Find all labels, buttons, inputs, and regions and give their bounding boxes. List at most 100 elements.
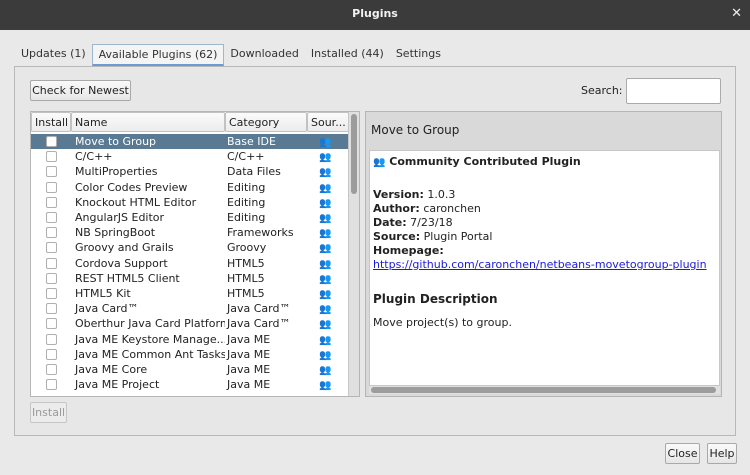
install-checkbox[interactable]	[45, 196, 57, 208]
table-row[interactable]: Color Codes Preview Editing 👥	[31, 180, 349, 195]
plugin-name: Color Codes Preview	[75, 180, 188, 194]
install-checkbox[interactable]	[45, 348, 57, 360]
homepage-link[interactable]: https://github.com/caronchen/netbeans-mo…	[373, 258, 707, 271]
version-label: Version:	[373, 188, 424, 201]
table-row[interactable]: Java ME Project Java ME 👥	[31, 377, 349, 392]
install-checkbox[interactable]	[45, 212, 57, 224]
table-row[interactable]: Java Card™ Java Card™ 👥	[31, 301, 349, 316]
community-people-icon: 👥	[319, 319, 332, 331]
source-cell: 👥	[307, 165, 349, 178]
plugin-name: Knockout HTML Editor	[75, 195, 197, 209]
table-row[interactable]: Java ME Keystore Manage... Java ME 👥	[31, 331, 349, 346]
plugin-name: Java ME Common Ant Tasks	[75, 347, 225, 361]
community-people-icon: 👥	[319, 364, 332, 376]
plugin-name: MultiProperties	[75, 165, 158, 179]
column-header-source[interactable]: Sour...	[307, 112, 349, 132]
install-cell	[31, 333, 71, 345]
column-header-name[interactable]: Name	[71, 112, 225, 132]
install-checkbox[interactable]	[45, 257, 57, 269]
author-label: Author:	[373, 202, 420, 215]
table-row[interactable]: Java ME Common Ant Tasks Java ME 👥	[31, 347, 349, 362]
source-line: Source: Plugin Portal	[373, 230, 717, 244]
plugin-category: Java Card™	[227, 317, 291, 331]
tab-available-plugins[interactable]: Available Plugins (62)	[91, 44, 225, 66]
install-checkbox[interactable]	[45, 363, 57, 375]
install-checkbox[interactable]	[45, 181, 57, 193]
table-row[interactable]: REST HTML5 Client HTML5 👥	[31, 271, 349, 286]
install-checkbox[interactable]	[45, 242, 57, 254]
install-cell	[31, 196, 71, 208]
plugin-category: HTML5	[227, 271, 265, 285]
scrollbar-thumb[interactable]	[351, 114, 357, 194]
table-rows: Move to Group Base IDE 👥 C/C++ C/C++ 👥 MultiPr…	[31, 134, 349, 392]
install-cell	[31, 287, 71, 299]
install-cell	[31, 348, 71, 360]
install-cell	[31, 151, 71, 163]
plugin-category: Java ME	[227, 378, 271, 392]
install-button[interactable]: Install	[30, 402, 67, 423]
install-checkbox[interactable]	[45, 136, 57, 148]
source-cell: 👥	[307, 241, 349, 254]
community-people-icon: 👥	[319, 197, 332, 209]
install-checkbox[interactable]	[45, 333, 57, 345]
tab-updates[interactable]: Updates (1)	[15, 44, 92, 66]
source-cell: 👥	[307, 272, 349, 285]
tab-settings[interactable]: Settings	[390, 44, 447, 66]
tab-installed[interactable]: Installed (44)	[305, 44, 390, 66]
install-cell	[31, 136, 71, 148]
plugin-name: Cordova Support	[75, 256, 168, 270]
install-checkbox[interactable]	[45, 379, 57, 391]
community-people-icon: 👥	[319, 288, 332, 300]
install-checkbox[interactable]	[45, 227, 57, 239]
source-cell: 👥	[307, 287, 349, 300]
close-button[interactable]: Close	[665, 443, 700, 464]
install-checkbox[interactable]	[45, 151, 57, 163]
table-row[interactable]: HTML5 Kit HTML5 👥	[31, 286, 349, 301]
plugin-name: Java ME Core	[75, 362, 148, 376]
author-line: Author: caronchen	[373, 202, 717, 216]
date-label: Date:	[373, 216, 407, 229]
install-checkbox[interactable]	[45, 166, 57, 178]
scrollbar-thumb[interactable]	[371, 387, 716, 393]
plugin-name: C/C++	[75, 150, 113, 164]
source-cell: 👥	[307, 302, 349, 315]
install-checkbox[interactable]	[45, 272, 57, 284]
search-input[interactable]	[626, 78, 721, 104]
source-label: Source:	[373, 230, 421, 243]
detail-horizontal-scrollbar[interactable]	[369, 386, 720, 394]
community-people-icon: 👥	[319, 137, 332, 149]
table-row[interactable]: NB SpringBoot Frameworks 👥	[31, 225, 349, 240]
table-row[interactable]: AngularJS Editor Editing 👥	[31, 210, 349, 225]
source-cell: 👥	[307, 135, 349, 148]
plugin-category: Java ME	[227, 362, 271, 376]
community-people-icon: 👥	[319, 243, 332, 255]
table-row[interactable]: MultiProperties Data Files 👥	[31, 164, 349, 179]
table-vertical-scrollbar[interactable]	[348, 112, 359, 396]
plugin-category: Base IDE	[227, 135, 276, 149]
install-checkbox[interactable]	[45, 318, 57, 330]
table-row[interactable]: Cordova Support HTML5 👥	[31, 256, 349, 271]
plugin-category: C/C++	[227, 150, 265, 164]
plugin-name: Java ME Keystore Manage...	[75, 332, 225, 346]
table-row[interactable]: C/C++ C/C++ 👥	[31, 149, 349, 164]
source-cell: 👥	[307, 317, 349, 330]
table-row[interactable]: Java ME Core Java ME 👥	[31, 362, 349, 377]
plugin-category: Java Card™	[227, 302, 291, 316]
tab-downloaded[interactable]: Downloaded	[224, 44, 304, 66]
tab-bar: Updates (1) Available Plugins (62) Downl…	[15, 44, 447, 66]
close-icon[interactable]: ✕	[731, 6, 742, 21]
table-row[interactable]: Knockout HTML Editor Editing 👥	[31, 195, 349, 210]
plugin-name: Move to Group	[75, 135, 157, 149]
column-header-install[interactable]: Install	[31, 112, 71, 132]
install-checkbox[interactable]	[45, 303, 57, 315]
install-checkbox[interactable]	[45, 287, 57, 299]
community-people-icon: 👥	[319, 304, 332, 316]
plugin-type-label: Community Contributed Plugin	[389, 155, 581, 168]
help-button[interactable]: Help	[707, 443, 737, 464]
column-header-category[interactable]: Category	[225, 112, 307, 132]
table-row[interactable]: Oberthur Java Card Platform Java Card™ 👥	[31, 316, 349, 331]
table-row[interactable]: Groovy and Grails Groovy 👥	[31, 240, 349, 255]
check-for-newest-button[interactable]: Check for Newest	[30, 80, 131, 101]
table-row[interactable]: Move to Group Base IDE 👥	[31, 134, 349, 150]
install-cell	[31, 257, 71, 269]
